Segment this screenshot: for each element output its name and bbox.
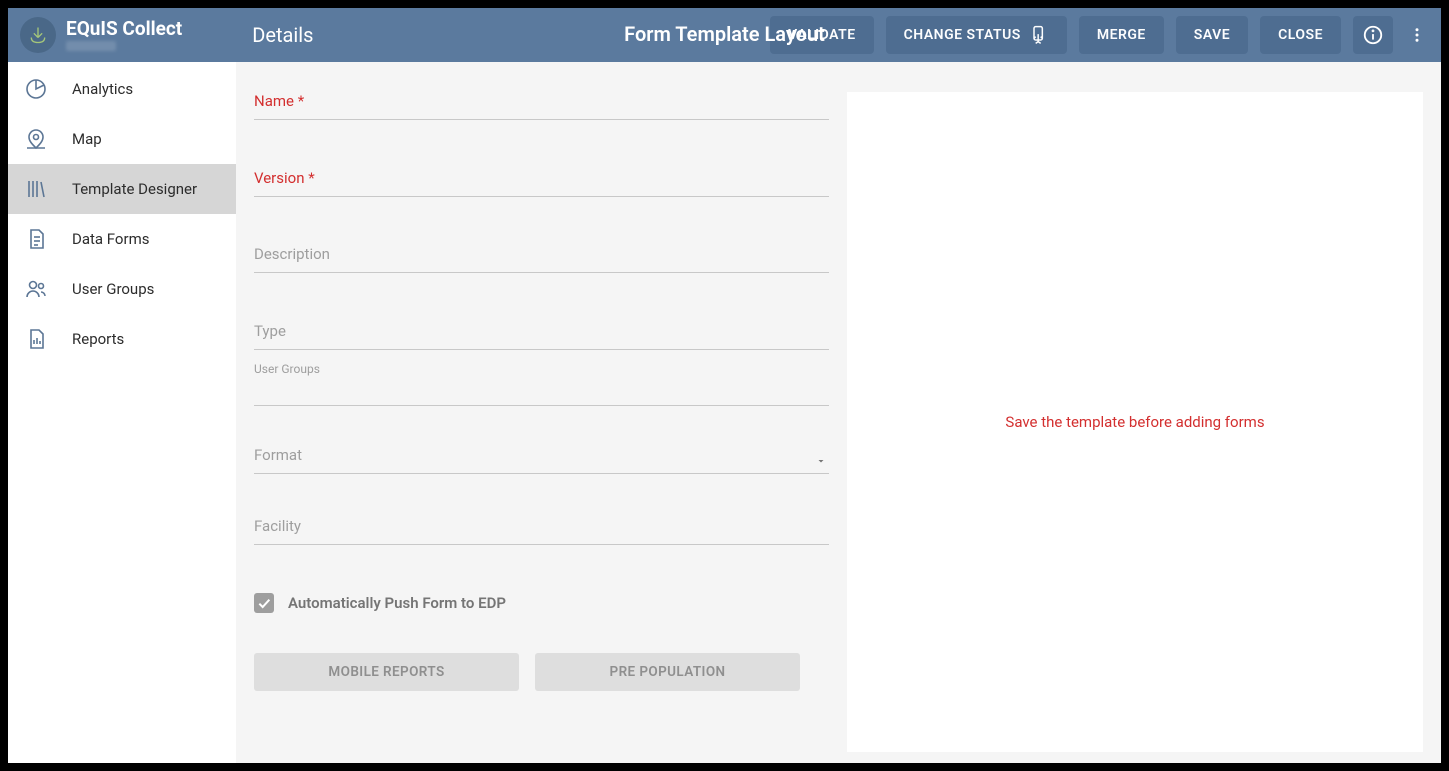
version-input[interactable] (254, 169, 829, 197)
map-pin-icon (22, 125, 50, 153)
sidebar-item-user-groups[interactable]: User Groups (8, 264, 236, 314)
mobile-reports-button[interactable]: MOBILE REPORTS (254, 653, 519, 691)
form-field-facility: Facility (254, 517, 829, 548)
format-select[interactable] (254, 446, 829, 474)
form-field-description: Description (254, 245, 829, 276)
sidebar-item-label: Analytics (72, 80, 133, 98)
sidebar: Analytics Map Template Designer Data For… (8, 62, 236, 763)
info-icon (1362, 24, 1384, 46)
sidebar-item-map[interactable]: Map (8, 114, 236, 164)
change-status-label: CHANGE STATUS (904, 27, 1021, 43)
report-icon (22, 325, 50, 353)
check-icon (256, 595, 272, 611)
sidebar-item-label: Map (72, 130, 102, 148)
app-header: EQuIS Collect Details Form Template Layo… (8, 8, 1441, 62)
app-title: EQuIS Collect (66, 19, 182, 38)
auto-push-checkbox[interactable] (254, 593, 274, 613)
preview-pane: Save the template before adding forms (847, 92, 1423, 752)
form-field-format: Format (254, 446, 829, 477)
type-input[interactable] (254, 322, 829, 350)
close-button[interactable]: CLOSE (1260, 16, 1341, 54)
more-menu-button[interactable] (1405, 16, 1429, 54)
auto-push-row: Automatically Push Form to EDP (254, 593, 829, 613)
info-button[interactable] (1353, 16, 1393, 54)
document-icon (22, 225, 50, 253)
user-groups-input[interactable] (254, 380, 829, 406)
form-pane: Name * Version * Description Type User G (254, 62, 829, 745)
form-field-user-groups: User Groups (254, 362, 829, 406)
device-touch-icon (1029, 25, 1049, 45)
more-vertical-icon (1408, 26, 1426, 44)
description-input[interactable] (254, 245, 829, 273)
sidebar-item-reports[interactable]: Reports (8, 314, 236, 364)
user-groups-label: User Groups (254, 362, 829, 376)
form-field-name: Name * (254, 92, 829, 123)
form-field-type: Type (254, 322, 829, 353)
save-button[interactable]: SAVE (1176, 16, 1248, 54)
facility-input[interactable] (254, 517, 829, 545)
name-input[interactable] (254, 92, 829, 120)
sidebar-item-analytics[interactable]: Analytics (8, 64, 236, 114)
sidebar-item-label: User Groups (72, 280, 154, 298)
form-field-version: Version * (254, 169, 829, 200)
preview-empty-message: Save the template before adding forms (1005, 413, 1264, 431)
pre-population-button[interactable]: PRE POPULATION (535, 653, 800, 691)
pie-chart-icon (22, 75, 50, 103)
books-icon (22, 175, 50, 203)
sidebar-item-label: Data Forms (72, 230, 149, 248)
users-icon (22, 275, 50, 303)
app-subtitle-redacted (66, 41, 116, 51)
change-status-button[interactable]: CHANGE STATUS (886, 16, 1067, 54)
merge-button[interactable]: MERGE (1079, 16, 1164, 54)
auto-push-label: Automatically Push Form to EDP (288, 594, 506, 612)
sidebar-item-template-designer[interactable]: Template Designer (8, 164, 236, 214)
page-title: Form Template Layout (624, 22, 825, 46)
sidebar-item-label: Template Designer (72, 180, 197, 198)
app-logo[interactable] (20, 17, 56, 53)
sidebar-item-data-forms[interactable]: Data Forms (8, 214, 236, 264)
header-section-title: Details (222, 23, 313, 47)
sidebar-item-label: Reports (72, 330, 124, 348)
